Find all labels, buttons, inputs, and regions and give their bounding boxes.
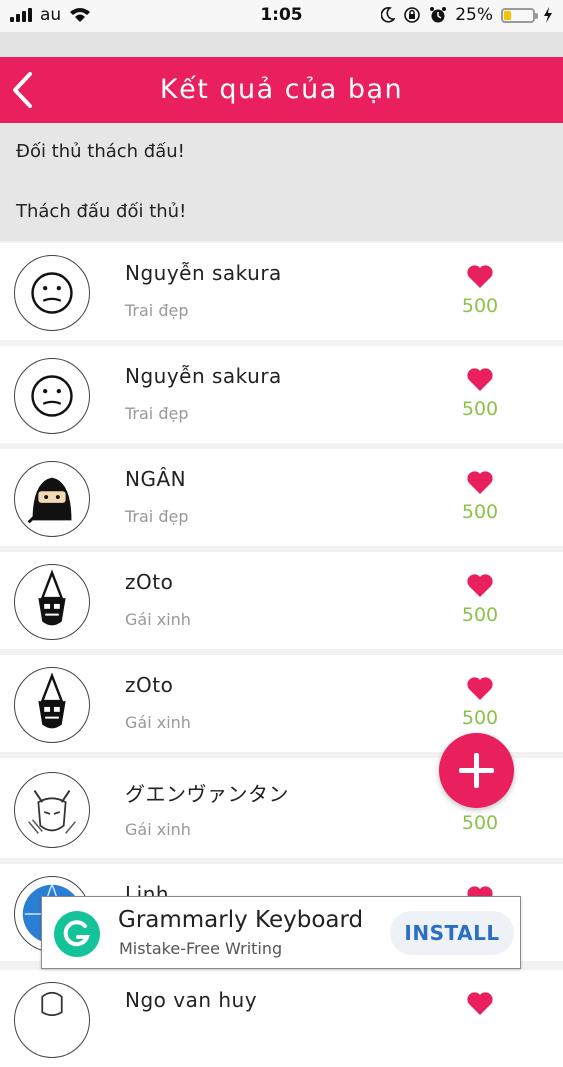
list-item[interactable]: Nguyễn sakura Trai đẹp 500 (0, 346, 563, 443)
smiley-avatar (14, 358, 90, 434)
list-item[interactable]: Ngo van huy (0, 970, 563, 1067)
player-category: Gái xinh (125, 610, 191, 629)
list-item[interactable]: Nguyễn sakura Trai đẹp 500 (0, 243, 563, 340)
page-title: Kết quả của bạn (159, 74, 404, 105)
score-value: 500 (461, 501, 499, 523)
moon-icon (381, 7, 396, 23)
status-spacer (0, 32, 563, 57)
player-name: NGÂN (125, 467, 187, 491)
list-item[interactable]: NGÂN Trai đẹp 500 (0, 449, 563, 546)
troll-avatar (14, 564, 90, 640)
sketch-avatar (14, 982, 90, 1058)
troll-avatar (14, 667, 90, 743)
battery-percent: 25% (455, 5, 493, 25)
status-bar: au 1:05 25% (0, 0, 563, 32)
player-category: Trai đẹp (125, 507, 189, 526)
heart-icon (467, 677, 493, 700)
player-name: zOto (125, 673, 174, 697)
ad-title: Grammarly Keyboard (118, 907, 364, 933)
app-header: Kết quả của bạn (0, 57, 563, 123)
ninja-avatar (14, 461, 90, 537)
grammarly-logo (54, 911, 100, 957)
score-value: 500 (461, 707, 499, 729)
score-value: 500 (461, 295, 499, 317)
challenge-section: Đối thủ thách đấu! Thách đấu đối thủ! (0, 123, 563, 241)
list-item[interactable]: zOto Gái xinh 500 (0, 552, 563, 649)
player-category: Gái xinh (125, 713, 191, 732)
alarm-icon (430, 7, 447, 23)
wolverine-avatar (14, 772, 90, 848)
heart-icon (467, 992, 493, 1015)
ad-banner[interactable]: Grammarly Keyboard Mistake-Free Writing … (41, 896, 521, 969)
heart-icon (467, 368, 493, 391)
smiley-avatar (14, 255, 90, 331)
player-name: zOto (125, 570, 174, 594)
player-name: Nguyễn sakura (125, 364, 282, 388)
score-value: 500 (461, 812, 499, 834)
opponent-challenge-link[interactable]: Đối thủ thách đấu! (16, 141, 185, 162)
charging-icon (544, 7, 552, 23)
ad-subtitle: Mistake-Free Writing (119, 939, 283, 958)
battery-icon (501, 7, 538, 23)
player-category: Trai đẹp (125, 301, 189, 320)
challenge-opponent-link[interactable]: Thách đấu đối thủ! (16, 201, 186, 222)
player-category: Gái xinh (125, 820, 191, 839)
rotation-lock-icon (404, 7, 421, 23)
player-category: Trai đẹp (125, 404, 189, 423)
score-value: 500 (461, 398, 499, 420)
player-name: グエンヴァンタン (125, 782, 289, 806)
heart-icon (467, 471, 493, 494)
player-name: Ngo van huy (125, 988, 258, 1012)
player-name: Nguyễn sakura (125, 261, 282, 285)
add-button[interactable] (439, 733, 514, 808)
install-button[interactable]: INSTALL (390, 911, 514, 955)
heart-icon (467, 574, 493, 597)
score-value: 500 (461, 604, 499, 626)
heart-icon (467, 265, 493, 288)
